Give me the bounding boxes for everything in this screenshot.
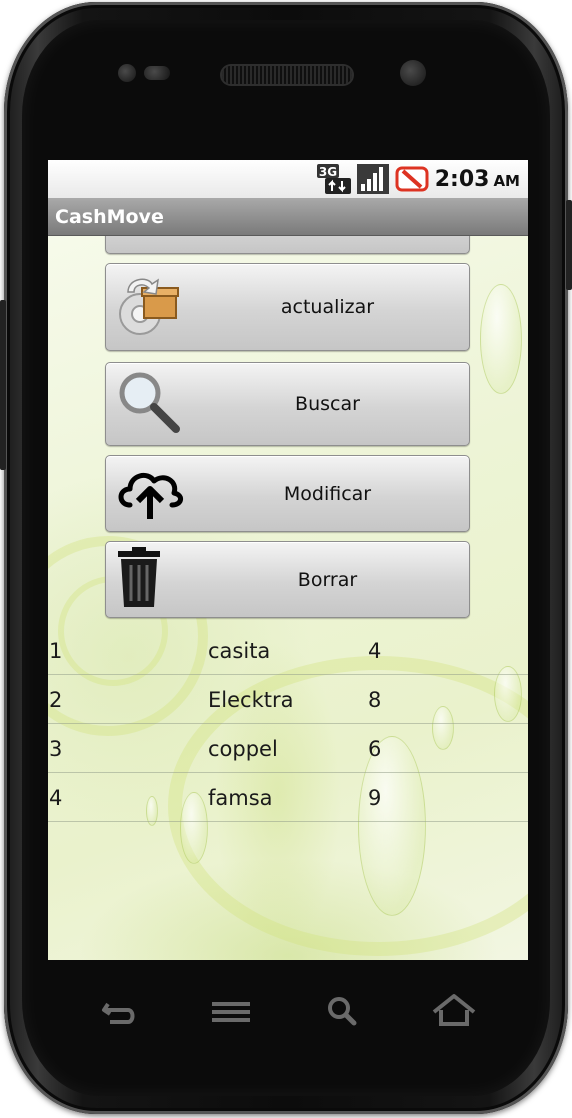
- row-id: 1: [49, 639, 63, 663]
- background-bubble: [480, 284, 522, 394]
- content-area: actualizar Buscar Modificar Borrar 1 cas…: [48, 236, 528, 960]
- clock-ampm: AM: [493, 171, 520, 190]
- row-id: 2: [49, 688, 63, 712]
- actualizar-button[interactable]: actualizar: [105, 263, 470, 351]
- sensor-dot: [118, 64, 136, 82]
- archive-update-icon: [114, 270, 184, 344]
- list-row[interactable]: 1 casita 4: [48, 627, 528, 675]
- clock: 2:03 AM: [435, 167, 520, 192]
- buscar-label: Buscar: [295, 393, 360, 415]
- clock-time: 2:03: [434, 166, 490, 192]
- row-id: 3: [49, 737, 63, 761]
- front-camera: [400, 60, 426, 86]
- row-value: 4: [368, 639, 382, 663]
- list-row[interactable]: 4 famsa 9: [48, 774, 528, 822]
- back-icon[interactable]: [96, 990, 140, 1034]
- buscar-button[interactable]: Buscar: [105, 362, 470, 446]
- partial-button[interactable]: [105, 236, 470, 254]
- list-row[interactable]: 2 Elecktra 8: [48, 676, 528, 724]
- no-alert-icon: [395, 165, 429, 193]
- row-value: 8: [368, 688, 382, 712]
- magnifier-icon: [114, 367, 184, 441]
- row-name: famsa: [208, 786, 273, 810]
- 3g-data-icon: 3G: [316, 164, 351, 194]
- row-name: coppel: [208, 737, 278, 761]
- home-icon[interactable]: [432, 990, 476, 1034]
- list-row[interactable]: 3 coppel 6: [48, 725, 528, 773]
- power-button: [566, 200, 572, 290]
- screen: 3G 2:03 AM CashMove actualizar Buscar Mo…: [48, 160, 528, 960]
- app-title: CashMove: [55, 206, 164, 228]
- hardware-nav-bar: [0, 990, 572, 1040]
- search-icon[interactable]: [322, 990, 366, 1034]
- borrar-label: Borrar: [297, 568, 358, 591]
- modificar-label: Modificar: [283, 482, 372, 505]
- row-id: 4: [49, 786, 63, 810]
- earpiece-speaker: [222, 66, 352, 84]
- status-bar: 3G 2:03 AM: [48, 160, 528, 198]
- svg-text:3G: 3G: [319, 165, 337, 179]
- row-name: Elecktra: [208, 688, 294, 712]
- trash-icon: [114, 546, 164, 613]
- menu-icon[interactable]: [210, 990, 254, 1034]
- volume-button: [0, 300, 6, 470]
- signal-strength-icon: [356, 164, 389, 194]
- row-name: casita: [208, 639, 271, 663]
- borrar-button[interactable]: Borrar: [105, 541, 470, 618]
- row-value: 9: [368, 786, 382, 810]
- modificar-button[interactable]: Modificar: [105, 455, 470, 532]
- app-title-bar: CashMove: [48, 198, 528, 236]
- sensor-dot: [144, 66, 170, 80]
- row-value: 6: [368, 737, 382, 761]
- actualizar-label: actualizar: [280, 296, 375, 318]
- cloud-upload-icon: [114, 461, 184, 527]
